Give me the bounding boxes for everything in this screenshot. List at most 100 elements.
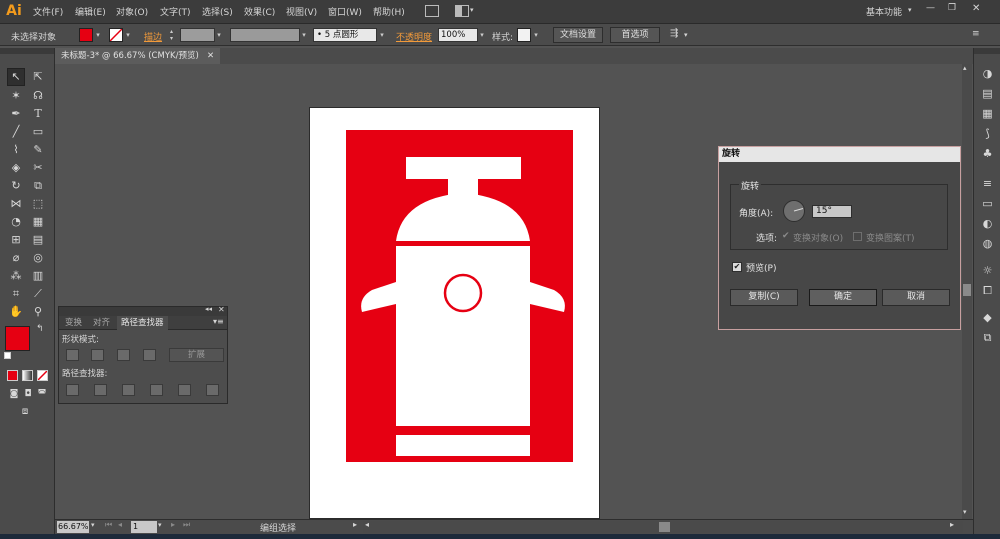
ok-button[interactable]: 确定 xyxy=(809,289,877,306)
graphic-styles-panel-icon[interactable]: ☼ xyxy=(980,263,995,278)
trim-icon[interactable] xyxy=(94,384,107,396)
brush-definition[interactable]: • 5 点圆形 xyxy=(313,28,377,42)
previous-artboard-icon[interactable]: ◂ xyxy=(118,520,122,529)
fire-hydrant-artwork[interactable] xyxy=(310,108,601,520)
stroke-label[interactable]: 描边 xyxy=(144,30,162,43)
scrollbar-thumb[interactable] xyxy=(963,284,971,296)
menu-file[interactable]: 文件(F) xyxy=(33,5,63,18)
pencil-tool-icon[interactable]: ✎ xyxy=(30,142,46,158)
chevron-down-icon[interactable]: ▾ xyxy=(478,28,486,42)
zoom-tool-icon[interactable]: ⚲ xyxy=(30,304,46,320)
layers-panel-icon[interactable]: ◆ xyxy=(980,310,995,325)
swap-fill-stroke-icon[interactable]: ↰ xyxy=(36,324,44,334)
stroke-color-swatch[interactable] xyxy=(109,28,123,42)
fill-color-swatch[interactable] xyxy=(79,28,93,42)
variable-width-profile[interactable] xyxy=(230,28,300,42)
graphic-style-swatch[interactable] xyxy=(517,28,531,42)
minimize-icon[interactable]: — xyxy=(926,3,935,13)
document-setup-button[interactable]: 文档设置 xyxy=(553,27,603,43)
close-icon[interactable]: ✕ xyxy=(207,48,214,64)
chevron-down-icon[interactable]: ▾ xyxy=(300,28,308,42)
panel-menu-icon[interactable]: ▾≡ xyxy=(213,317,224,326)
menu-type[interactable]: 文字(T) xyxy=(160,5,191,18)
panel-title-bar[interactable]: ◂◂ ✕ xyxy=(59,305,227,316)
chevron-down-icon[interactable]: ▾ xyxy=(124,28,132,42)
none-mode-icon[interactable] xyxy=(37,370,48,381)
paintbrush-tool-icon[interactable]: ⌇ xyxy=(8,142,24,158)
artboards-panel-icon[interactable]: ⧉ xyxy=(980,330,995,345)
chevron-down-icon[interactable]: ▾ xyxy=(378,28,386,42)
crop-icon[interactable] xyxy=(150,384,163,396)
last-artboard-icon[interactable]: ⏭ xyxy=(183,520,190,530)
scroll-right-icon[interactable]: ▸ xyxy=(950,520,954,529)
status-menu-icon[interactable]: ▸ xyxy=(353,520,357,529)
minus-front-icon[interactable] xyxy=(91,349,104,361)
selection-tool-icon[interactable]: ↖ xyxy=(8,69,24,85)
artboard-number-field[interactable]: 1 xyxy=(131,521,157,533)
gradient-mode-icon[interactable] xyxy=(22,370,33,381)
scrollbar-thumb[interactable] xyxy=(659,522,670,532)
dialog-title[interactable]: 旋转 xyxy=(719,147,960,162)
appearance-panel-icon[interactable]: ◍ xyxy=(980,236,995,251)
preferences-button[interactable]: 首选项 xyxy=(610,27,660,43)
symbols-panel-icon[interactable]: ♣ xyxy=(980,146,995,161)
preview-checkbox[interactable]: ✔ xyxy=(732,262,742,272)
draw-inside-icon[interactable]: ◚ xyxy=(34,386,50,402)
menu-select[interactable]: 选择(S) xyxy=(202,5,233,18)
menu-effect[interactable]: 效果(C) xyxy=(244,5,275,18)
column-graph-tool-icon[interactable]: ▥ xyxy=(30,268,46,284)
stroke-weight-stepper[interactable]: ▴ ▾ xyxy=(170,28,178,42)
eyedropper-tool-icon[interactable]: ⌀ xyxy=(8,250,24,266)
transform-objects-checkbox[interactable]: 变换对象(O) xyxy=(793,231,843,244)
color-panel-icon[interactable]: ◑ xyxy=(980,66,995,81)
menu-window[interactable]: 窗口(W) xyxy=(328,5,362,18)
first-artboard-icon[interactable]: ⏮ xyxy=(105,520,112,530)
rectangle-tool-icon[interactable]: ▭ xyxy=(30,124,46,140)
direct-selection-tool-icon[interactable]: ⇱ xyxy=(30,69,46,85)
scroll-down-icon[interactable]: ▾ xyxy=(963,508,967,516)
tab-transform[interactable]: 变换 xyxy=(61,316,86,330)
brushes-panel-icon[interactable]: ⟆ xyxy=(980,126,995,141)
shape-builder-tool-icon[interactable]: ◔ xyxy=(8,214,24,230)
stroke-weight-field[interactable] xyxy=(180,28,215,42)
exclude-icon[interactable] xyxy=(143,349,156,361)
scale-tool-icon[interactable]: ⧉ xyxy=(30,178,46,194)
chevron-down-icon[interactable]: ▾ xyxy=(908,6,912,14)
blob-brush-tool-icon[interactable]: ◈ xyxy=(8,160,24,176)
scroll-up-icon[interactable]: ▴ xyxy=(963,64,967,72)
dock-grip[interactable] xyxy=(974,48,1000,54)
rotate-tool-icon[interactable]: ↻ xyxy=(8,178,24,194)
document-tab[interactable]: 未标题-3* @ 66.67% (CMYK/预览) ✕ xyxy=(55,48,220,64)
transparency-panel-icon[interactable]: ◐ xyxy=(980,216,995,231)
tab-align[interactable]: 对齐 xyxy=(89,316,114,330)
workspace-switcher[interactable]: 基本功能 xyxy=(866,5,902,18)
angle-input[interactable]: 15° xyxy=(812,205,852,218)
slice-tool-icon[interactable]: ⟋ xyxy=(30,286,46,302)
tab-pathfinder[interactable]: 路径查找器 xyxy=(117,316,168,330)
minus-back-icon[interactable] xyxy=(206,384,219,396)
pen-tool-icon[interactable]: ✒ xyxy=(8,106,24,122)
chevron-down-icon[interactable]: ▾ xyxy=(684,31,688,39)
opacity-label[interactable]: 不透明度 xyxy=(396,30,432,43)
line-tool-icon[interactable]: ╱ xyxy=(8,124,24,140)
chevron-down-icon[interactable]: ▾ xyxy=(532,28,540,42)
horizontal-scrollbar[interactable]: ◂ ▸ xyxy=(363,520,963,533)
width-tool-icon[interactable]: ⋈ xyxy=(8,196,24,212)
align-panel-icon[interactable]: ⧠ xyxy=(980,283,995,298)
chevron-down-icon[interactable]: ▾ xyxy=(91,521,95,529)
close-icon[interactable]: ✕ xyxy=(218,305,225,314)
chevron-down-icon[interactable]: ▾ xyxy=(470,6,474,14)
bridge-icon[interactable] xyxy=(425,5,439,17)
expand-button[interactable]: 扩展 xyxy=(169,348,224,362)
chevron-down-icon[interactable]: ▾ xyxy=(94,28,102,42)
panel-menu-icon[interactable]: ≡ xyxy=(972,29,980,39)
preview-label[interactable]: 预览(P) xyxy=(746,261,776,274)
menu-help[interactable]: 帮助(H) xyxy=(373,5,405,18)
menu-object[interactable]: 对象(O) xyxy=(116,5,148,18)
lasso-tool-icon[interactable]: ☊ xyxy=(30,88,46,104)
maximize-icon[interactable]: ❐ xyxy=(948,3,956,13)
unite-icon[interactable] xyxy=(66,349,79,361)
next-artboard-icon[interactable]: ▸ xyxy=(171,520,175,529)
color-guide-icon[interactable]: ▤ xyxy=(980,86,995,101)
align-to-icon[interactable]: ⇶ xyxy=(670,28,678,39)
